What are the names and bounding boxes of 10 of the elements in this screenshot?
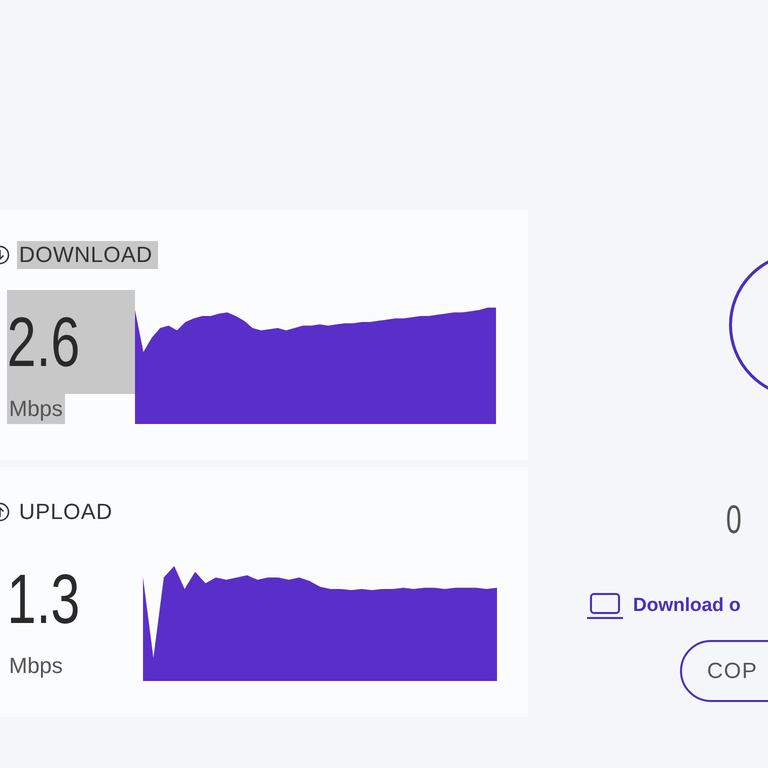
speed-unit: Mbps xyxy=(8,652,64,680)
speed-unit: Mbps xyxy=(7,394,65,424)
speed-value: 2.6 xyxy=(7,302,80,383)
result-label: UPLOAD xyxy=(18,498,114,526)
speed-value: 1.3 xyxy=(7,559,80,640)
result-label: DOWNLOAD xyxy=(17,241,158,269)
laptop-icon xyxy=(586,592,624,620)
download-app-link[interactable]: Download o xyxy=(586,592,768,620)
copy-button[interactable]: COP xyxy=(680,640,768,702)
gauge-reading: 0 xyxy=(726,498,742,542)
